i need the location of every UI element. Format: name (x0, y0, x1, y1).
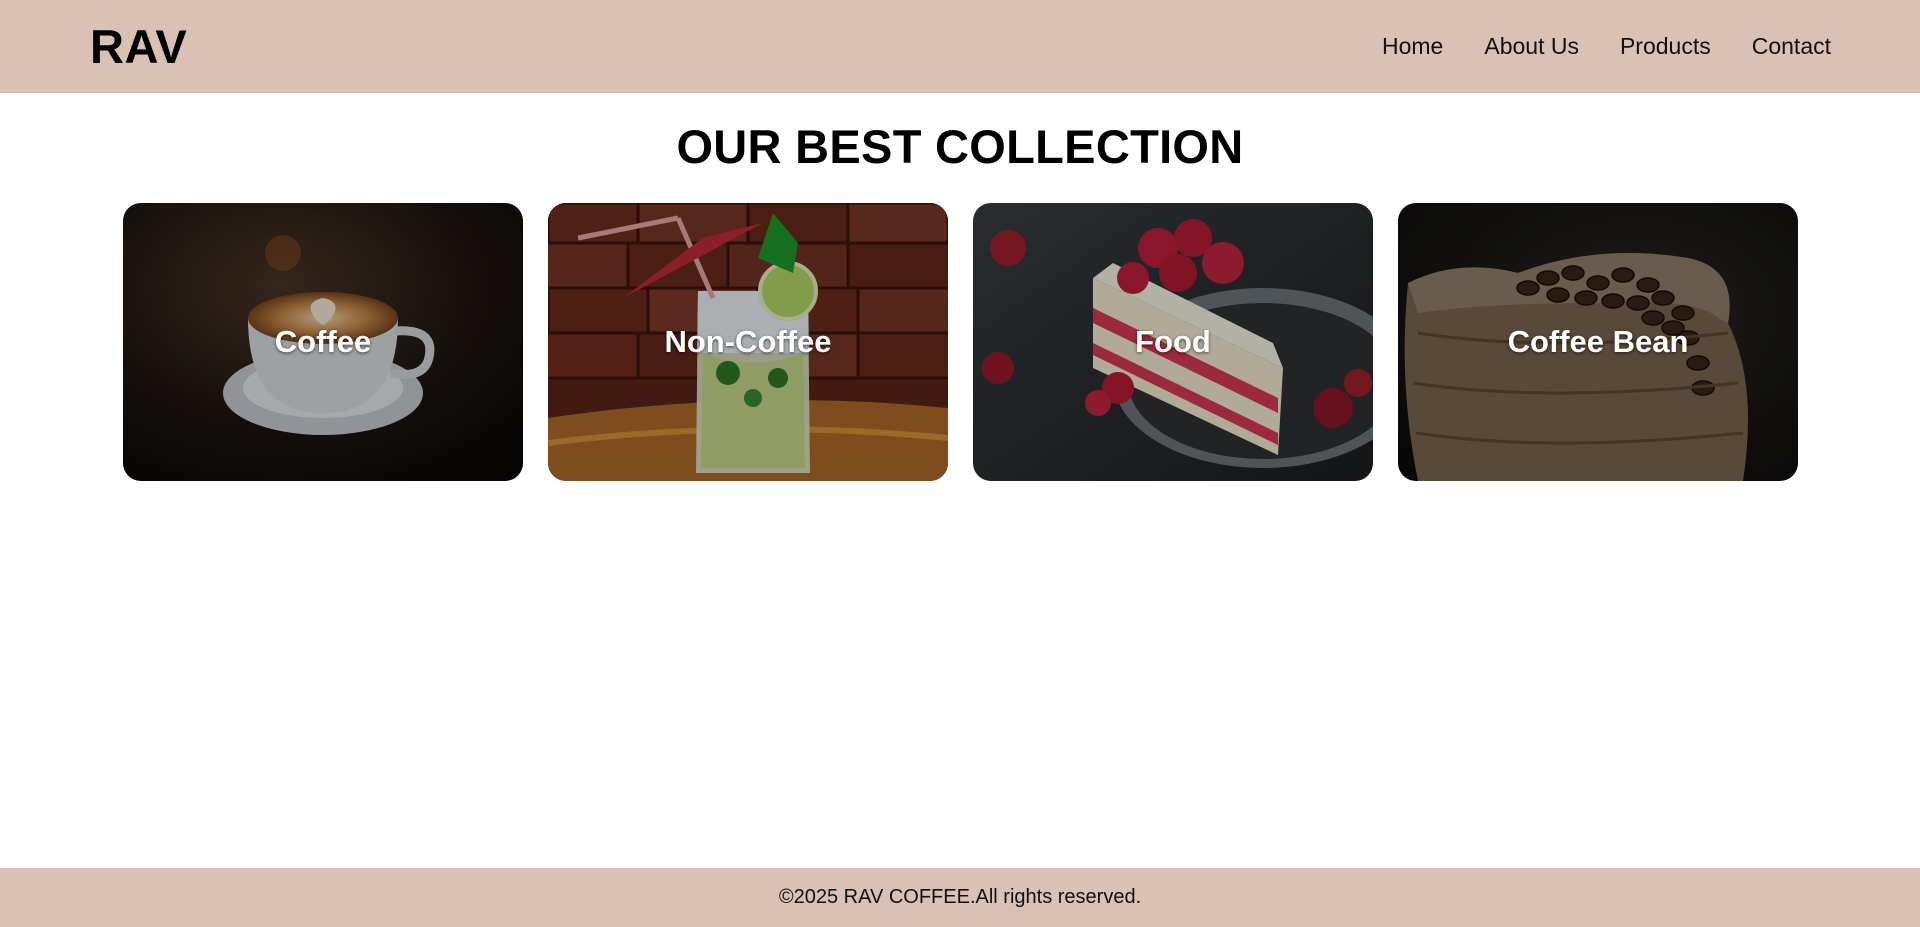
collection-label: Coffee Bean (1507, 324, 1689, 359)
collection-card-food[interactable]: Food (973, 203, 1373, 481)
copyright-text: ©2025 RAV COFFEE.All rights reserved. (778, 886, 1142, 908)
collection-label: Coffee (274, 324, 372, 359)
section-title: OUR BEST COLLECTION (676, 120, 1244, 173)
collection-card-non-coffee[interactable]: Non-Coffee (548, 203, 948, 481)
collection-label: Food (1135, 324, 1211, 359)
nav-link-home[interactable]: Home (1382, 33, 1443, 59)
nav-link-contact[interactable]: Contact (1752, 33, 1831, 59)
nav-link-about-us[interactable]: About Us (1484, 33, 1579, 59)
footer: ©2025 RAV COFFEE.All rights reserved. (0, 868, 1920, 927)
navbar: RAV Home About Us Products Contact (0, 0, 1920, 93)
collection-label: Non-Coffee (664, 324, 832, 359)
collection-card-coffee-bean[interactable]: Coffee Bean (1398, 203, 1798, 481)
nav-item-about: About Us (1484, 33, 1579, 60)
collection-card-coffee[interactable]: Coffee (123, 203, 523, 481)
nav-link-products[interactable]: Products (1620, 33, 1711, 59)
nav-links: Home About Us Products Contact (1341, 33, 1831, 60)
logo[interactable]: RAV (90, 19, 187, 74)
nav-item-products: Products (1620, 33, 1711, 60)
collection-cards: Coffee Non-Coffee Food Coffee Bean (123, 203, 1798, 481)
nav-item-contact: Contact (1752, 33, 1831, 60)
nav-item-home: Home (1382, 33, 1443, 60)
